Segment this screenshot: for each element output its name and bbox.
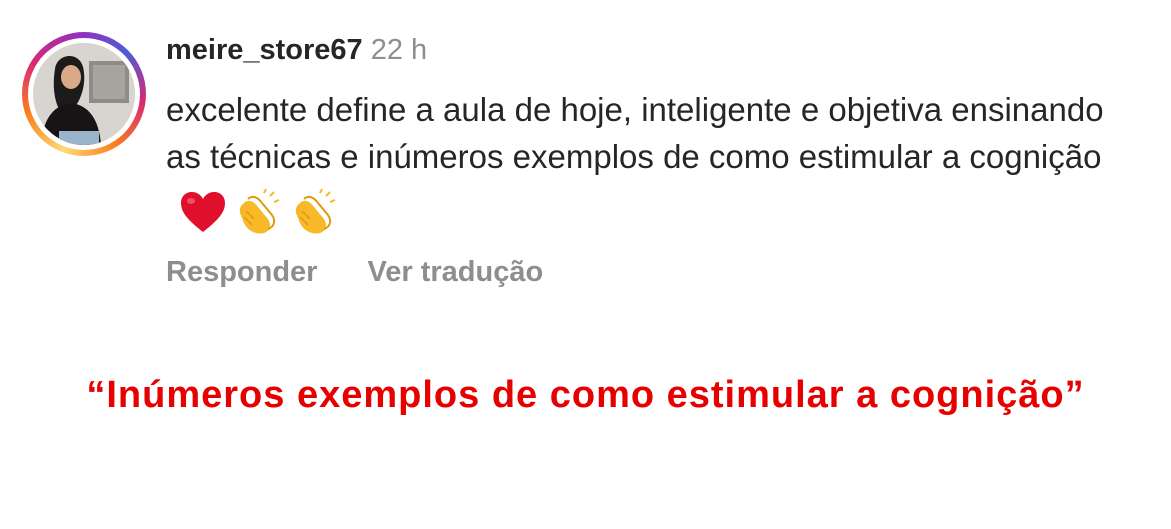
comment: meire_store67 22 h excelente define a aul… — [22, 28, 1142, 308]
avatar-ring-gap — [28, 38, 140, 150]
emoji-group — [178, 186, 346, 235]
avatar-photo — [33, 43, 135, 145]
comment-actions: Responder Ver tradução — [166, 254, 543, 290]
clapping-hands-icon — [239, 189, 280, 234]
comment-text: excelente define a aula de hoje, intelig… — [166, 91, 1104, 175]
comment-body: excelente define a aula de hoje, intelig… — [166, 86, 1126, 235]
timestamp: 22 h — [370, 34, 428, 66]
highlight-quote: “Inúmeros exemplos de como estimular a c… — [86, 374, 1085, 416]
heart-icon — [181, 192, 225, 233]
avatar-story-ring[interactable] — [22, 32, 146, 156]
reply-button[interactable]: Responder — [166, 256, 317, 288]
avatar[interactable] — [33, 43, 135, 145]
clapping-hands-icon — [295, 189, 336, 234]
username[interactable]: meire_store67 — [166, 34, 363, 66]
comment-header: meire_store67 22 h — [166, 32, 427, 68]
see-translation-button[interactable]: Ver tradução — [367, 256, 543, 288]
